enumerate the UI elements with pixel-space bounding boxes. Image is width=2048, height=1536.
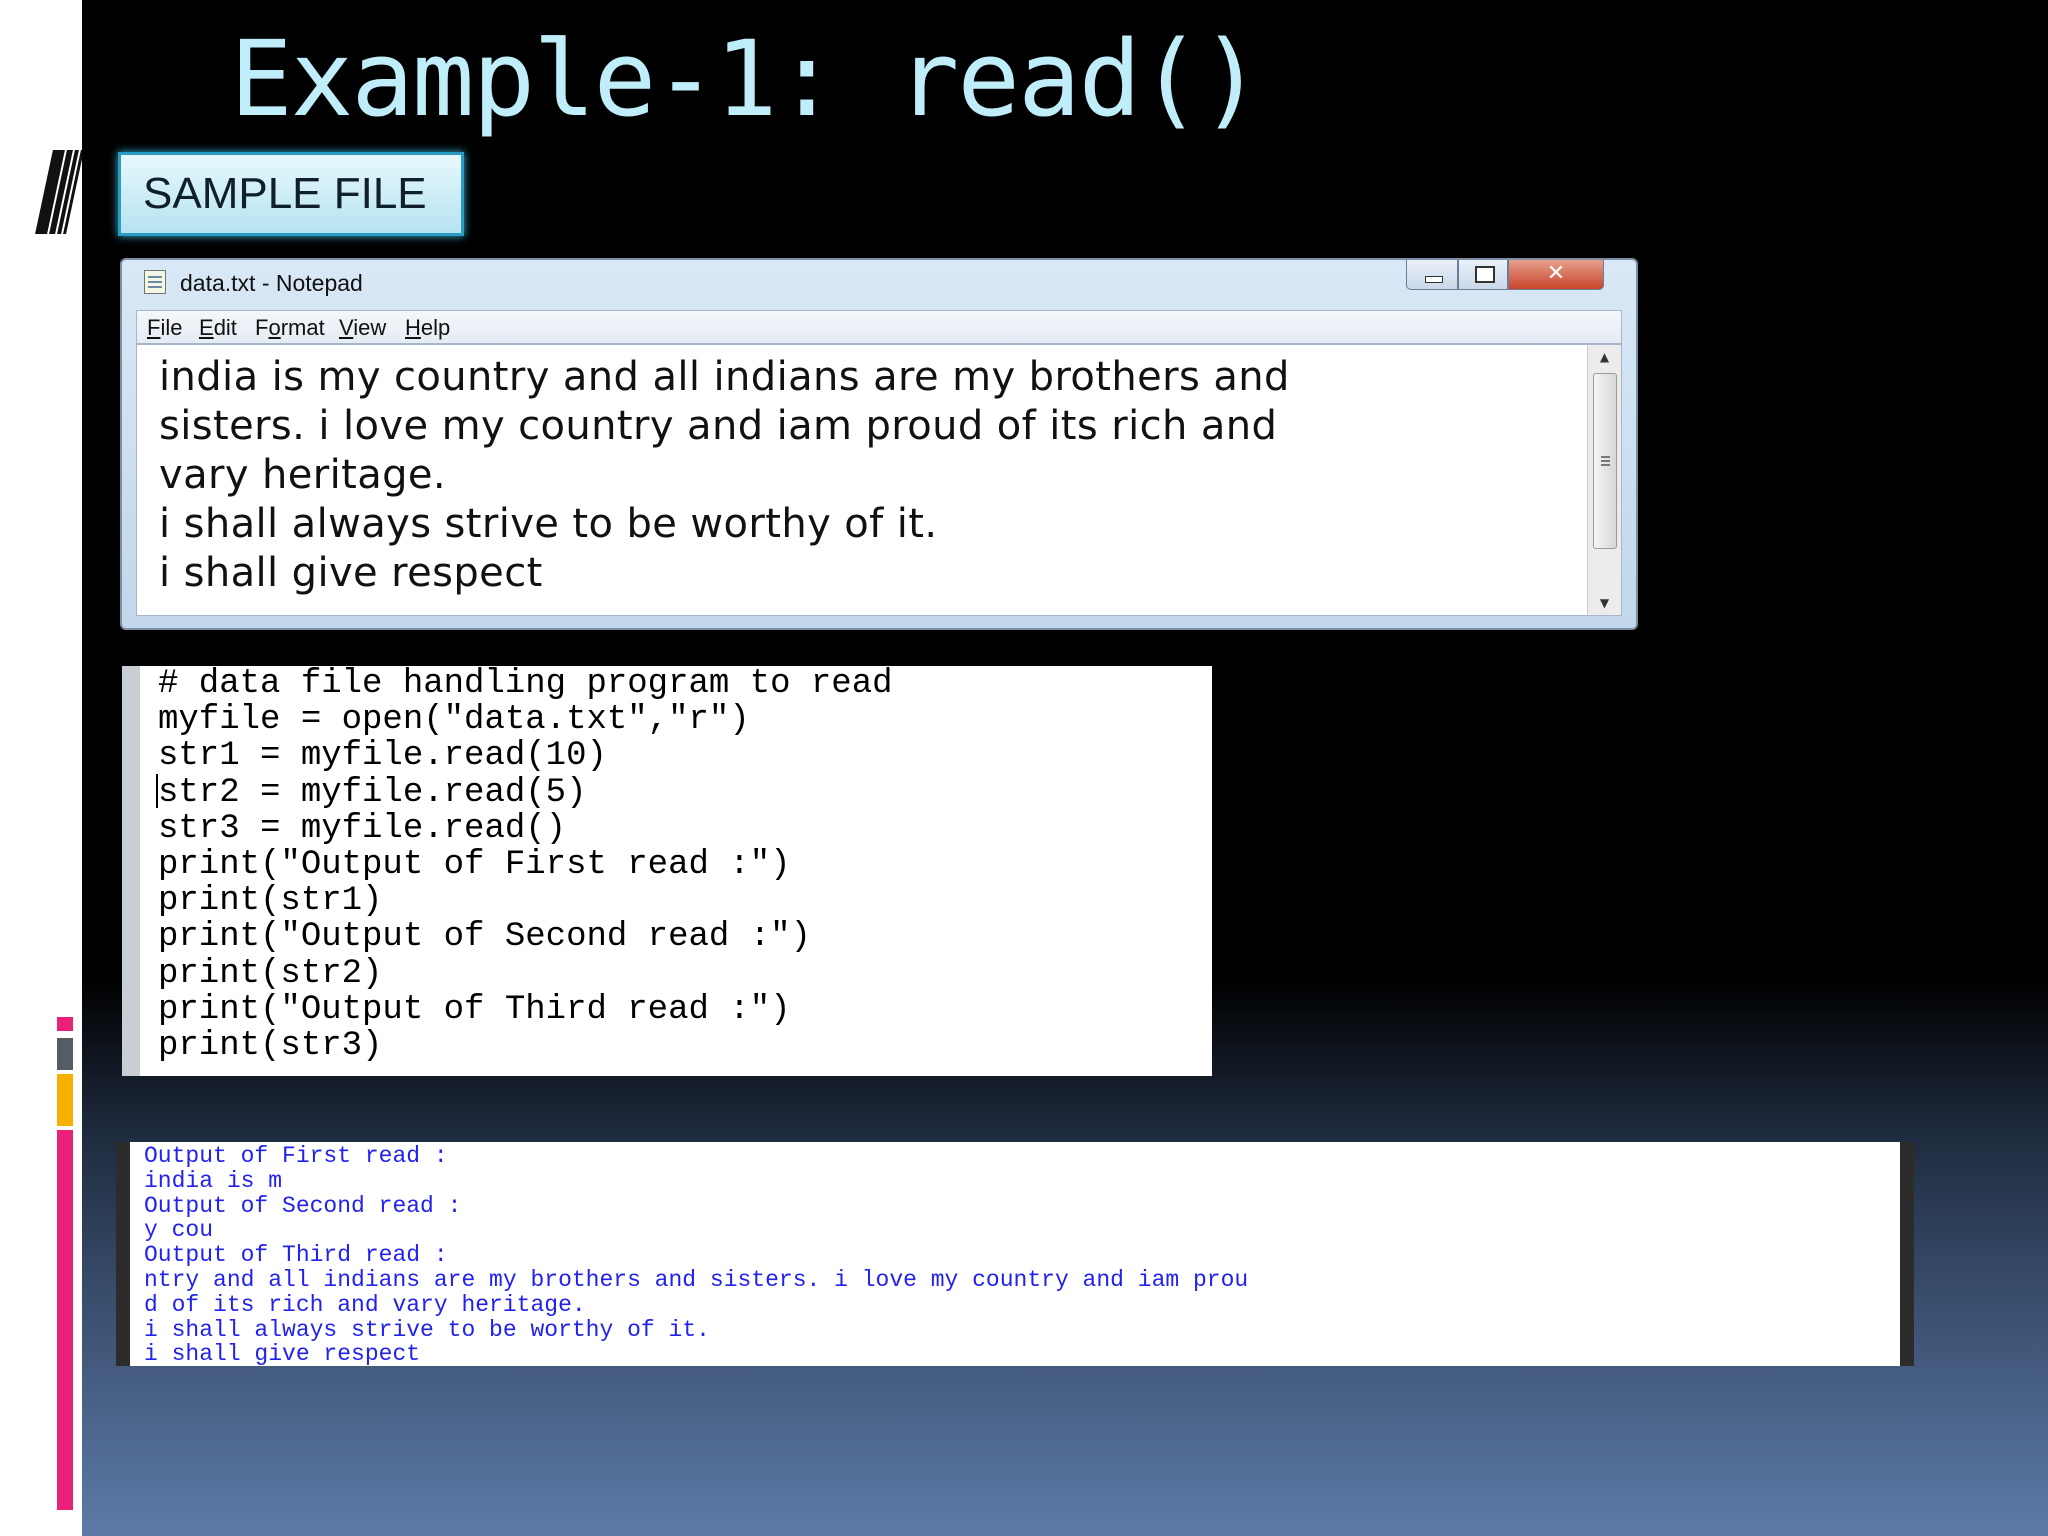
- notepad-line: i shall always strive to be worthy of it…: [159, 501, 938, 547]
- notepad-text-area[interactable]: india is my country and all indians are …: [136, 344, 1622, 616]
- notepad-window: data.txt - Notepad ✕ File Edit Format Vi…: [120, 258, 1638, 630]
- notepad-text: india is my country and all indians are …: [159, 353, 1579, 598]
- notepad-line: sisters. i love my country and iam proud…: [159, 403, 1278, 449]
- code-line: print("Output of First read :"): [158, 846, 791, 885]
- menu-format[interactable]: Format: [255, 315, 325, 341]
- output-listing: Output of First read : india is m Output…: [144, 1144, 1248, 1367]
- output-line: i shall always strive to be worthy of it…: [144, 1316, 710, 1343]
- vertical-scrollbar[interactable]: ▲ ▼: [1587, 345, 1621, 615]
- notepad-titlebar: data.txt - Notepad ✕: [122, 260, 1636, 304]
- code-line: str2 = myfile.read(5): [158, 773, 587, 812]
- output-line: Output of Third read :: [144, 1242, 448, 1269]
- accent-bar-pink-tall: [57, 1130, 73, 1510]
- accent-bar-pink-small: [57, 1017, 73, 1031]
- code-line: print("Output of Third read :"): [158, 990, 791, 1029]
- close-button[interactable]: ✕: [1508, 260, 1604, 290]
- maximize-button[interactable]: [1458, 260, 1508, 290]
- scrollbar-thumb[interactable]: [1593, 373, 1617, 549]
- output-line: india is m: [144, 1167, 283, 1194]
- code-line: print(str1): [158, 882, 383, 921]
- output-line: d of its rich and vary heritage.: [144, 1291, 586, 1318]
- output-line: i shall give respect: [144, 1341, 421, 1368]
- code-line: myfile = open("data.txt","r"): [158, 701, 750, 740]
- sample-file-label: SAMPLE FILE: [118, 152, 464, 236]
- accent-bar-gray: [57, 1038, 73, 1070]
- menu-help[interactable]: Help: [405, 315, 450, 341]
- code-line: str1 = myfile.read(10): [158, 737, 607, 776]
- menu-file[interactable]: File: [147, 315, 182, 341]
- output-line: ntry and all indians are my brothers and…: [144, 1266, 1249, 1293]
- program-output-panel: Output of First read : india is m Output…: [116, 1142, 1914, 1367]
- notepad-line: i shall give respect: [159, 550, 543, 596]
- left-margin-strip: [0, 0, 84, 1536]
- menu-view[interactable]: View: [339, 315, 386, 341]
- accent-bar-yellow: [57, 1074, 73, 1126]
- close-icon: ✕: [1546, 261, 1566, 286]
- output-line: Output of First read :: [144, 1143, 448, 1169]
- notepad-line: india is my country and all indians are …: [159, 354, 1290, 400]
- notepad-menubar: File Edit Format View Help: [136, 310, 1622, 344]
- output-line: y cou: [144, 1217, 214, 1244]
- code-line: print(str2): [158, 954, 383, 993]
- output-line: Output of Second read :: [144, 1192, 462, 1219]
- code-line: print(str3): [158, 1027, 383, 1066]
- notepad-line: vary heritage.: [159, 452, 447, 498]
- code-line: str3 = myfile.read(): [158, 809, 567, 848]
- code-line: # data file handling program to read: [158, 665, 893, 703]
- code-listing: # data file handling program to read myf…: [158, 666, 893, 1064]
- scroll-down-arrow-icon[interactable]: ▼: [1588, 591, 1621, 615]
- menu-edit[interactable]: Edit: [199, 315, 237, 341]
- scroll-up-arrow-icon[interactable]: ▲: [1588, 345, 1621, 369]
- code-editor-panel: # data file handling program to read myf…: [122, 666, 1212, 1076]
- minimize-button[interactable]: [1406, 260, 1458, 290]
- slide-title: Example-1: read(): [230, 18, 1262, 140]
- notepad-window-title: data.txt - Notepad: [180, 270, 363, 296]
- notepad-icon: [144, 270, 166, 294]
- code-line: print("Output of Second read :"): [158, 918, 811, 957]
